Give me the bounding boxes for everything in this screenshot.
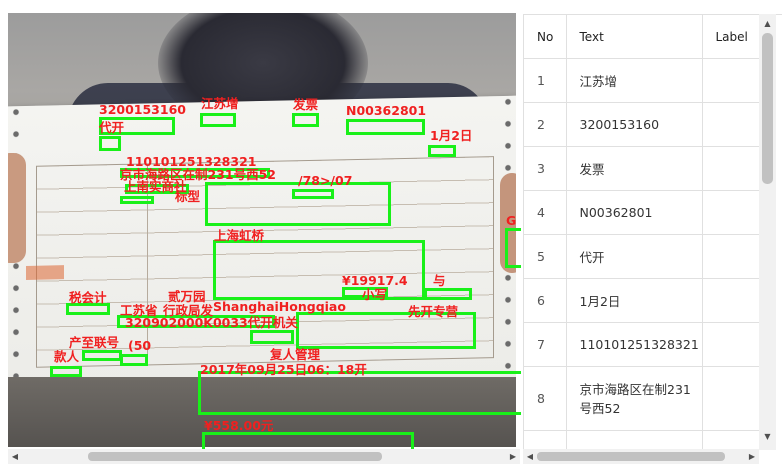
detection-box[interactable] <box>120 196 154 204</box>
detection-label: ¥19917.4 <box>342 273 408 288</box>
detection-label: 1月2日 <box>430 128 473 143</box>
row-text: 发票 <box>565 146 702 191</box>
table-row[interactable] <box>524 430 760 451</box>
detection-label: 标型 <box>175 189 201 204</box>
detection-label: 上海虹桥 <box>214 228 265 243</box>
detection-box[interactable] <box>120 354 148 366</box>
row-label[interactable] <box>701 278 760 323</box>
row-label[interactable] <box>701 58 760 103</box>
detection-box[interactable] <box>346 119 425 135</box>
table-header-row: No Text Label <box>524 15 760 59</box>
scrollbar-thumb[interactable] <box>537 452 725 461</box>
detection-label: 3200153160 <box>99 102 186 117</box>
row-label[interactable] <box>701 322 760 367</box>
table-horizontal-scrollbar[interactable]: ◀ ▶ <box>523 449 759 464</box>
row-text: 江苏增 <box>565 58 702 103</box>
row-text: 代开 <box>565 234 702 279</box>
detection-label: 代开 <box>99 120 125 135</box>
table-row[interactable]: 5 代开 <box>524 234 760 279</box>
scrollbar-thumb[interactable] <box>88 452 382 461</box>
detection-label: 小写 <box>362 287 388 302</box>
table-row[interactable]: 2 3200153160 <box>524 102 760 147</box>
table-row[interactable]: 8 京市海路区在制231号西52 <box>524 366 760 431</box>
image-viewer[interactable]: 3200153160 江苏增 发票 N00362801 代开 1月2日 1101… <box>0 0 521 464</box>
row-label[interactable] <box>701 102 760 147</box>
detection-label: G <box>506 213 517 228</box>
row-number: 5 <box>524 234 566 279</box>
detection-box[interactable] <box>200 113 236 127</box>
results-panel[interactable]: No Text Label 1 江苏增 2 3200153160 3 发票 4 … <box>523 14 782 451</box>
detection-box[interactable] <box>292 189 334 199</box>
detection-label: 发票 <box>293 97 319 112</box>
row-label[interactable] <box>701 146 760 191</box>
table-row[interactable]: 3 发票 <box>524 146 760 191</box>
detection-box[interactable] <box>424 288 472 300</box>
detection-label: ¥558.00元 <box>204 418 274 433</box>
table-row[interactable]: 7 110101251328321 <box>524 322 760 367</box>
row-number: 7 <box>524 322 566 367</box>
detection-box[interactable] <box>99 136 121 151</box>
row-text: 3200153160 <box>565 102 702 147</box>
scroll-up-icon[interactable]: ▲ <box>759 16 776 31</box>
row-number: 2 <box>524 102 566 147</box>
row-number: 8 <box>524 366 566 431</box>
scroll-left-icon[interactable]: ◀ <box>523 449 537 464</box>
scroll-right-icon[interactable]: ▶ <box>745 449 759 464</box>
scrollbar-thumb[interactable] <box>762 33 773 184</box>
detection-label: 320902000K0033代开机关 <box>125 315 298 330</box>
detection-box[interactable] <box>505 228 521 268</box>
scroll-left-icon[interactable]: ◀ <box>8 449 22 464</box>
detection-box[interactable] <box>198 371 521 415</box>
detection-box[interactable] <box>50 366 82 377</box>
detection-box[interactable] <box>82 350 122 361</box>
row-text: 110101251328321 <box>565 322 702 367</box>
detection-label: 产至联号 <box>69 335 120 350</box>
row-label[interactable] <box>701 234 760 279</box>
detection-box[interactable] <box>250 330 294 344</box>
row-number: 3 <box>524 146 566 191</box>
row-label[interactable] <box>701 366 760 431</box>
detection-label: 款人 <box>54 349 80 364</box>
row-label[interactable] <box>701 190 760 235</box>
detection-label: (50 <box>128 338 152 353</box>
table-row[interactable]: 4 N00362801 <box>524 190 760 235</box>
table-row[interactable]: 1 江苏增 <box>524 58 760 103</box>
detection-label: 税会计 <box>69 290 107 305</box>
column-header-no[interactable]: No <box>524 15 566 59</box>
row-text: 京市海路区在制231号西52 <box>565 366 702 431</box>
column-header-text[interactable]: Text <box>565 15 702 59</box>
row-text: 1月2日 <box>565 278 702 323</box>
detection-label: 江苏增 <box>201 96 239 111</box>
detection-label: 复人管理 <box>270 347 321 362</box>
detection-box[interactable] <box>292 113 319 127</box>
row-text: N00362801 <box>565 190 702 235</box>
scroll-down-icon[interactable]: ▼ <box>759 429 776 444</box>
viewer-horizontal-scrollbar[interactable]: ◀ ▶ <box>8 449 520 464</box>
scroll-right-icon[interactable]: ▶ <box>506 449 520 464</box>
detection-box[interactable] <box>213 240 425 300</box>
row-number: 6 <box>524 278 566 323</box>
column-header-label[interactable]: Label <box>701 15 760 59</box>
detection-label: ShanghaiHongqiao <box>213 299 346 314</box>
table-row[interactable]: 6 1月2日 <box>524 278 760 323</box>
detection-label: 2017年09月25日06：18开 <box>200 362 367 377</box>
results-table: No Text Label 1 江苏增 2 3200153160 3 发票 4 … <box>524 15 760 451</box>
detection-label: /78>/07 <box>298 173 353 188</box>
detection-label: 贰万园 <box>168 289 206 304</box>
detection-box[interactable] <box>428 145 456 157</box>
detection-label: 与 <box>433 273 446 288</box>
row-number: 1 <box>524 58 566 103</box>
detection-label: N00362801 <box>346 103 427 118</box>
detection-label: 先开专营 <box>408 304 459 319</box>
table-vertical-scrollbar[interactable]: ▲ ▼ <box>759 14 776 450</box>
row-number: 4 <box>524 190 566 235</box>
